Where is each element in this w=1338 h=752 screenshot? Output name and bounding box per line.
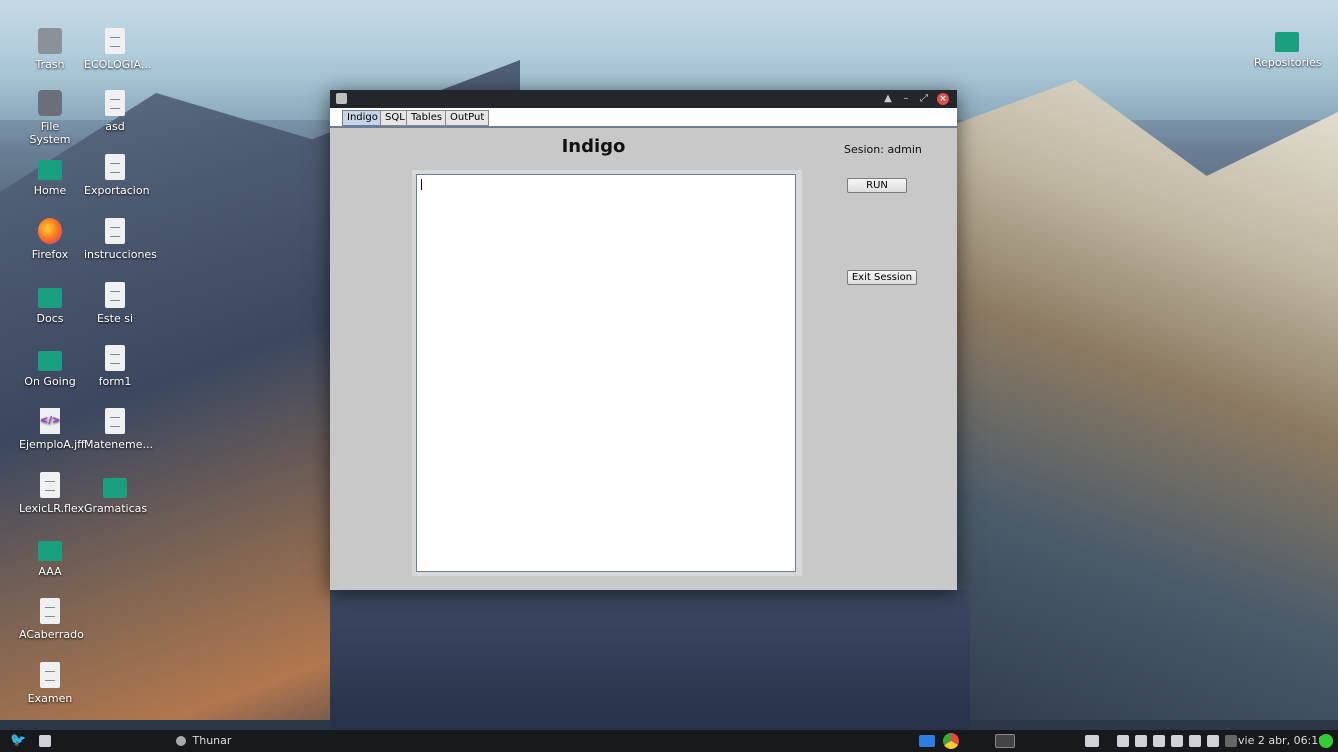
desktop-icon-examen[interactable]: Examen	[19, 662, 81, 705]
window-preview-icon[interactable]	[992, 733, 1018, 749]
desktop-icon-filesystem[interactable]: File System	[19, 90, 81, 146]
desktop-icon-ejemploa[interactable]: </> EjemploA.jff	[19, 408, 85, 451]
desktop-icon-label: On Going	[24, 375, 76, 388]
close-icon[interactable]: ×	[937, 93, 949, 105]
desktop-icon-firefox[interactable]: Firefox	[19, 218, 81, 261]
attachment-icon[interactable]	[1150, 733, 1168, 749]
desktop-icon-label: ACaberrado	[19, 628, 84, 641]
minimize-icon[interactable]: –	[899, 92, 913, 106]
xml-file-icon: </>	[40, 408, 60, 434]
desktop-icon-docs[interactable]: Docs	[19, 282, 81, 325]
desktop-icon-label: Home	[33, 184, 67, 197]
tab-tables[interactable]: Tables	[406, 110, 448, 126]
bluetooth-icon[interactable]	[1204, 733, 1222, 749]
run-button[interactable]: RUN	[847, 178, 907, 193]
file-icon	[40, 598, 60, 624]
maximize-icon[interactable]: ⤢	[917, 92, 931, 106]
desktop-icon-trash[interactable]: Trash	[19, 28, 81, 71]
desktop-icon-este-si[interactable]: Este si	[84, 282, 146, 325]
desktop-icon-label: instrucciones	[84, 248, 157, 261]
file-icon	[40, 662, 60, 688]
desktop-icon-label: AAA	[38, 565, 62, 578]
desktop-icon-label: Mateneme...	[84, 438, 154, 451]
file-icon	[105, 154, 125, 180]
text-caret	[421, 179, 422, 190]
desktop-icon-label: Docs	[36, 312, 64, 325]
file-icon	[105, 218, 125, 244]
folder-icon	[1275, 32, 1299, 52]
desktop-icon-aaa[interactable]: AAA	[19, 535, 81, 578]
clock[interactable]: vie 2 abr, 06:10	[1238, 733, 1325, 749]
tab-bar: Indigo SQL Tables OutPut	[330, 108, 957, 128]
desktop-icon-gramaticas[interactable]: Gramaticas	[84, 472, 148, 515]
window-titlebar[interactable]: ▲ – ⤢ ×	[330, 90, 957, 108]
taskbar-item-label: Thunar	[192, 734, 232, 747]
shade-icon[interactable]: ▲	[881, 92, 895, 106]
desktop-icon-repositories[interactable]: Repositories	[1254, 26, 1322, 69]
desktop-icon-label: File System	[29, 120, 71, 146]
file-icon	[40, 472, 60, 498]
tab-output[interactable]: OutPut	[445, 110, 490, 126]
desktop-icon-lexiclr[interactable]: LexicLR.flex	[19, 472, 85, 515]
taskbar: 🐦 Thunar vie 2 abr, 06:10	[0, 730, 1338, 752]
folder-icon	[38, 541, 62, 561]
taskbar-item-thunar[interactable]: Thunar	[176, 733, 231, 749]
wallpaper-mountain-bottom	[330, 590, 970, 730]
desktop-icon-asd[interactable]: asd	[84, 90, 146, 133]
desktop-icon-label: Exportacion	[84, 184, 150, 197]
files-icon[interactable]	[916, 733, 938, 749]
desktop-icon-label: Trash	[35, 58, 65, 71]
folder-icon	[38, 288, 62, 308]
desktop-icon-on-going[interactable]: On Going	[19, 345, 81, 388]
editor-scrollpane	[412, 170, 802, 576]
file-icon	[105, 345, 125, 371]
tab-indigo[interactable]: Indigo	[342, 110, 383, 126]
clipboard-icon[interactable]	[1132, 733, 1150, 749]
desktop-icon-label: Gramaticas	[84, 502, 148, 515]
file-icon	[105, 90, 125, 116]
folder-icon	[103, 478, 127, 498]
exit-session-button[interactable]: Exit Session	[847, 270, 917, 285]
java-task-icon[interactable]	[1082, 733, 1102, 749]
session-label: Sesion: admin	[844, 143, 922, 156]
folder-icon	[38, 351, 62, 371]
file-icon	[105, 282, 125, 308]
desktop-icon-label: LexicLR.flex	[19, 502, 85, 515]
desktop-icon-label: Examen	[27, 692, 73, 705]
show-desktop-icon[interactable]	[36, 733, 54, 749]
desktop-icon-label: form1	[98, 375, 132, 388]
desktop-icon-ecologia[interactable]: ECOLOGIA...	[84, 28, 151, 71]
file-icon	[105, 408, 125, 434]
update-icon[interactable]	[1168, 733, 1186, 749]
desktop-icon-label: Firefox	[31, 248, 69, 261]
desktop-icon-form1[interactable]: form1	[84, 345, 146, 388]
trash-icon	[38, 28, 62, 54]
desktop-icon-label: Este si	[96, 312, 134, 325]
app-window: ▲ – ⤢ × Indigo SQL Tables OutPut Indigo …	[330, 90, 957, 590]
desktop-icon-instrucciones[interactable]: instrucciones	[84, 218, 157, 261]
notification-icon[interactable]	[1316, 733, 1336, 749]
terminal-icon[interactable]	[1114, 733, 1132, 749]
page-title: Indigo	[561, 136, 626, 157]
home-folder-icon	[38, 160, 62, 180]
file-icon	[105, 28, 125, 54]
firefox-icon	[38, 218, 62, 244]
desktop-icon-home[interactable]: Home	[19, 154, 81, 197]
desktop-icon-mateneme[interactable]: Mateneme...	[84, 408, 153, 451]
desktop-icon-label: Repositories	[1254, 56, 1322, 69]
java-app-icon	[336, 93, 347, 104]
wifi-icon[interactable]	[1186, 733, 1204, 749]
desktop-icon-label: ECOLOGIA...	[84, 58, 152, 71]
desktop-icon-label: asd	[105, 120, 125, 133]
chrome-icon[interactable]	[940, 733, 962, 749]
desktop-icon-label: EjemploA.jff	[19, 438, 85, 451]
thunar-icon	[176, 736, 186, 746]
desktop-icon-exportacion[interactable]: Exportacion	[84, 154, 150, 197]
desktop-icon-acaberrado[interactable]: ACaberrado	[19, 598, 84, 641]
menu-icon[interactable]: 🐦	[10, 733, 26, 749]
filesystem-icon	[38, 90, 62, 116]
query-editor[interactable]	[416, 174, 796, 572]
